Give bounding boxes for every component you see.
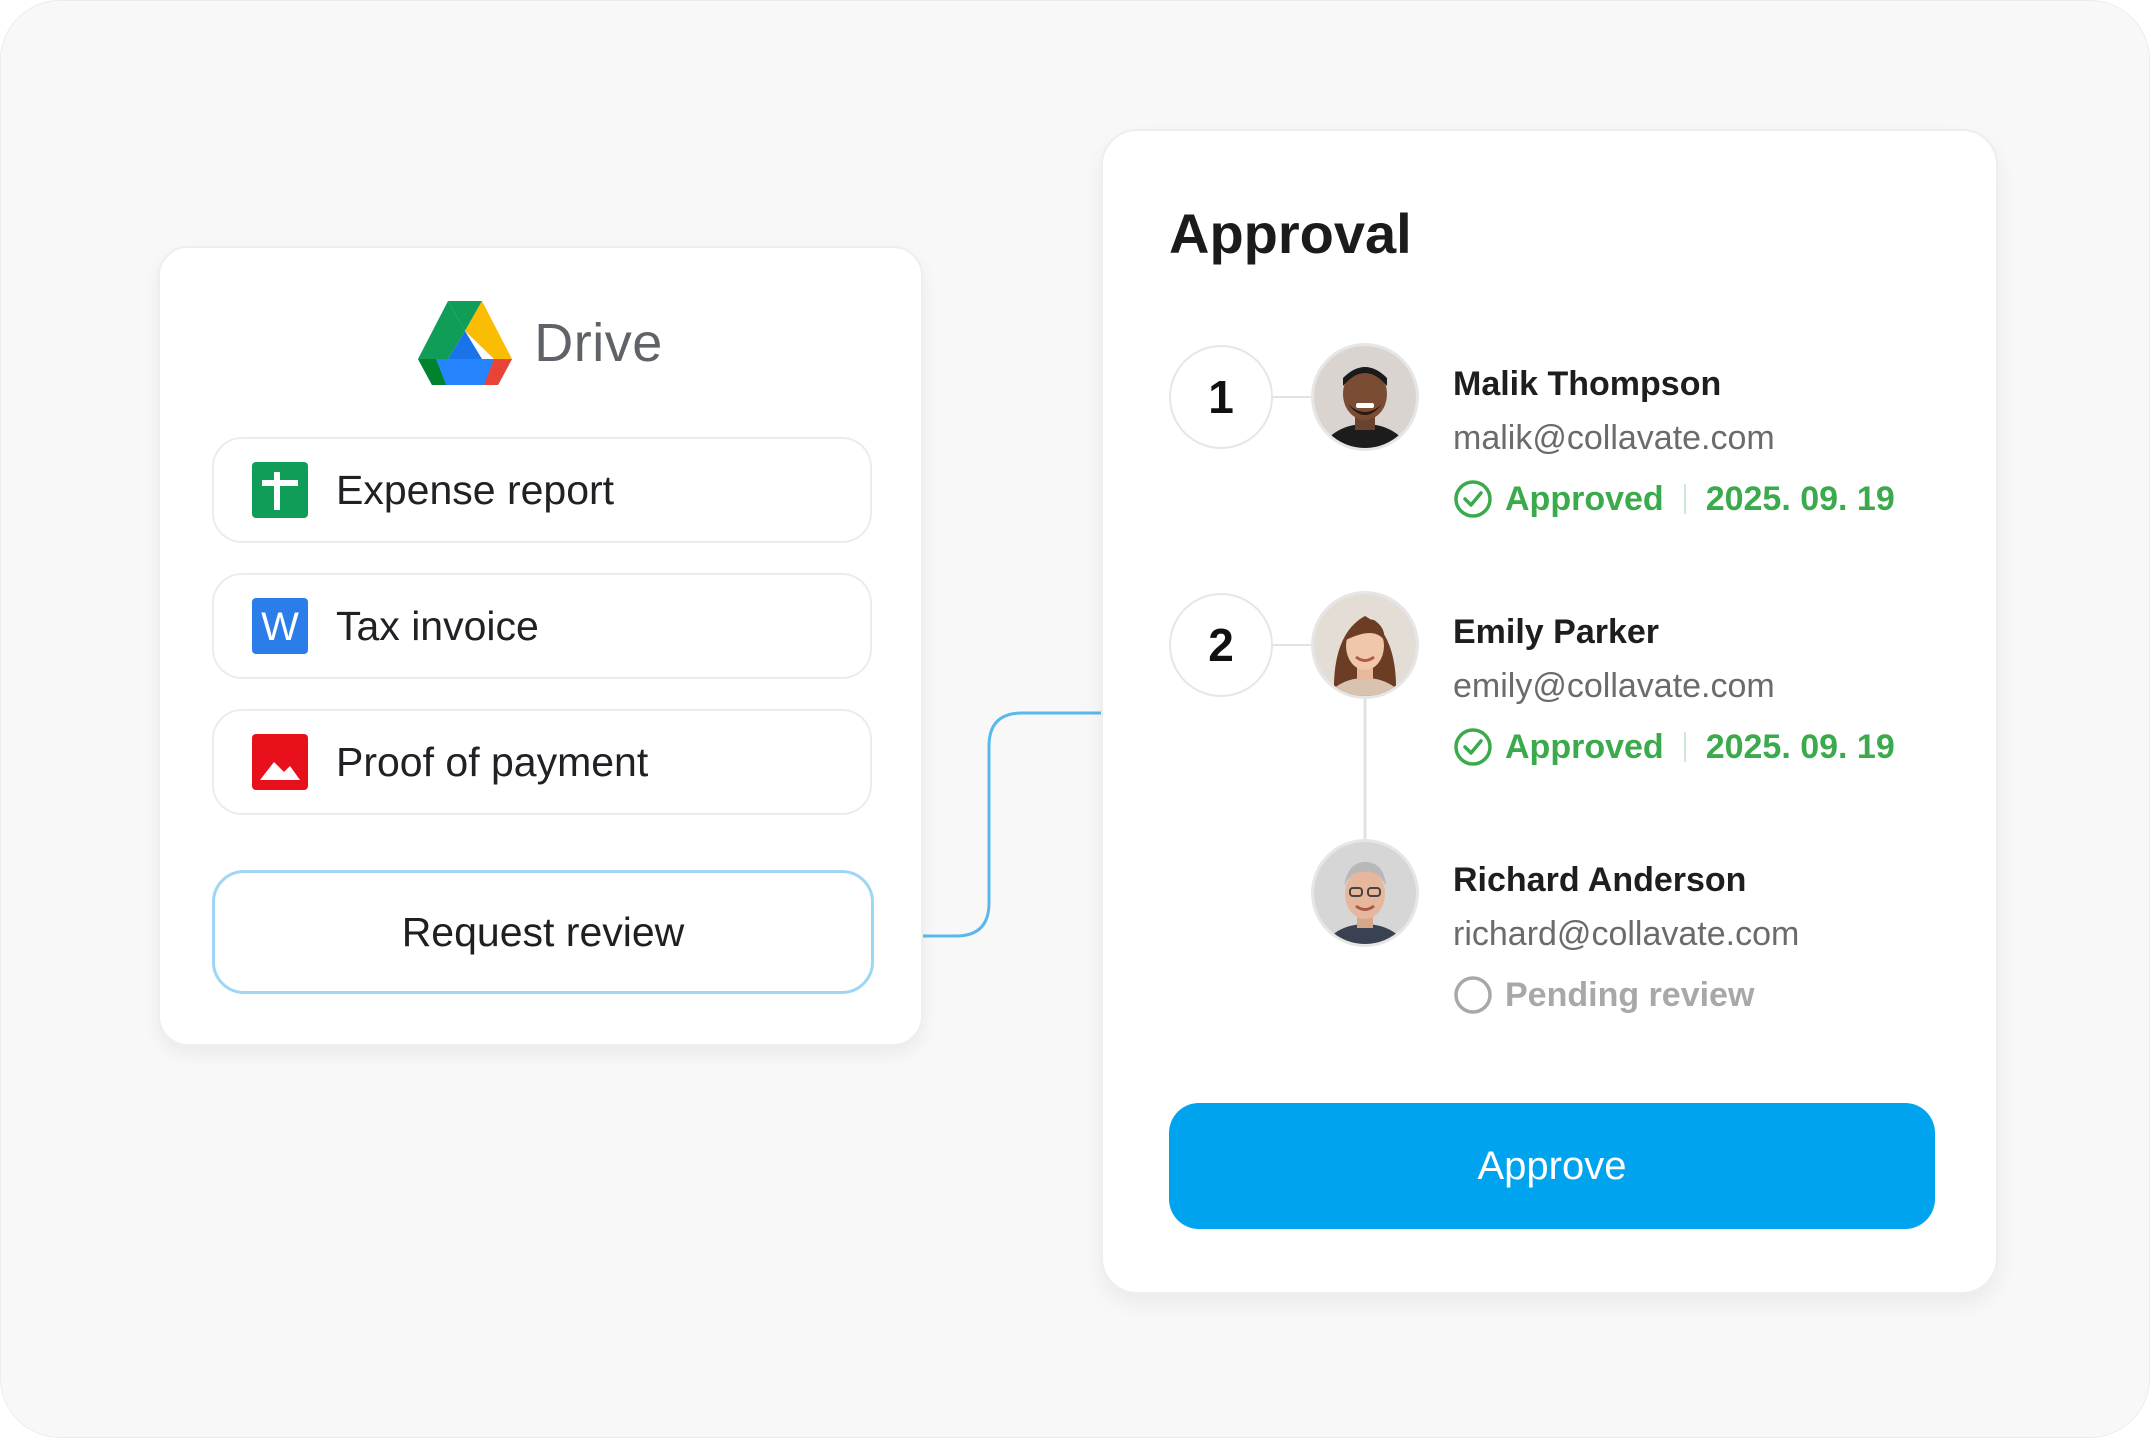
approval-card: Approval 1 Malik Thompson malik@collavat… <box>1101 129 1998 1294</box>
file-label: Tax invoice <box>336 602 539 649</box>
approver-name: Richard Anderson <box>1453 861 1747 899</box>
file-item-proof-of-payment[interactable]: Proof of payment <box>212 709 872 815</box>
image-icon <box>252 734 308 790</box>
status-divider <box>1683 732 1686 762</box>
avatar-emily-parker <box>1311 591 1419 699</box>
status-divider <box>1683 484 1686 514</box>
status-label: Approved <box>1505 479 1664 518</box>
empty-circle-icon <box>1454 976 1492 1014</box>
status-date: 2025. 09. 19 <box>1705 727 1895 766</box>
file-item-expense-report[interactable]: Expense report <box>212 437 872 543</box>
file-item-tax-invoice[interactable]: W Tax invoice <box>212 573 872 679</box>
approver-name: Malik Thompson <box>1453 365 1722 403</box>
check-circle-icon <box>1454 728 1492 766</box>
drive-title: Drive <box>534 313 663 373</box>
canvas-background: Drive Expense report W Tax invoice Proof… <box>0 0 2150 1438</box>
status-date: 2025. 09. 19 <box>1705 479 1895 518</box>
avatar-malik-thompson <box>1311 343 1419 451</box>
word-icon: W <box>252 598 308 654</box>
step-number-1: 1 <box>1169 345 1273 449</box>
approval-status: Approved 2025. 09. 19 <box>1453 479 1895 519</box>
file-label: Proof of payment <box>336 738 649 785</box>
request-review-button[interactable]: Request review <box>212 870 874 994</box>
drive-card: Drive Expense report W Tax invoice Proof… <box>158 246 923 1046</box>
status-label: Pending review <box>1505 975 1755 1014</box>
sheets-icon <box>252 462 308 518</box>
approve-button[interactable]: Approve <box>1169 1103 1935 1229</box>
approver-name: Emily Parker <box>1453 613 1660 651</box>
google-drive-icon <box>418 301 513 385</box>
svg-text:W: W <box>261 605 299 649</box>
approval-status: Pending review <box>1453 975 1754 1015</box>
drive-header: Drive <box>160 298 921 388</box>
step-number-2: 2 <box>1169 593 1273 697</box>
file-label: Expense report <box>336 466 615 513</box>
avatar-richard-anderson <box>1311 839 1419 947</box>
approver-email: richard@collavate.com <box>1453 915 1800 953</box>
approver-email: malik@collavate.com <box>1453 419 1775 457</box>
approval-status: Approved 2025. 09. 19 <box>1453 727 1895 767</box>
approver-email: emily@collavate.com <box>1453 667 1775 705</box>
status-label: Approved <box>1505 727 1664 766</box>
check-circle-icon <box>1454 480 1492 518</box>
